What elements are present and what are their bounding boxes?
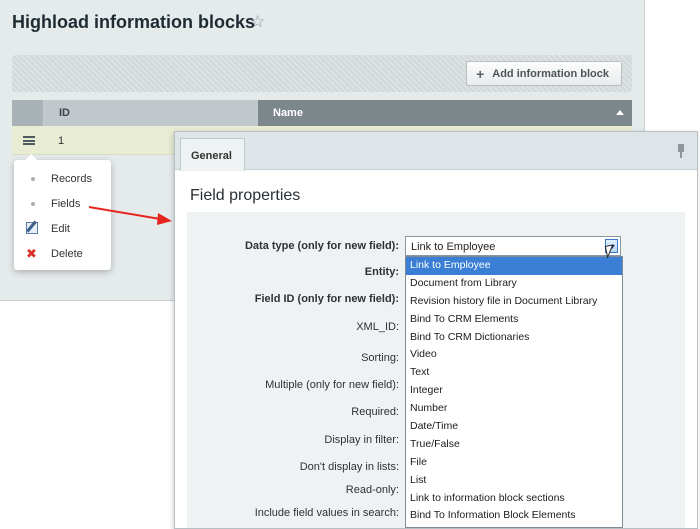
star-icon[interactable]: ☆ [250,12,265,32]
label-sorting: Sorting: [361,352,399,364]
add-button-label: Add information block [492,67,609,80]
label-multiple: Multiple (only for new field): [265,379,399,391]
dropdown-option[interactable]: Video [406,346,622,364]
annotation-arrow [88,206,172,225]
dropdown-option[interactable]: Link to information block sections [406,490,622,508]
menu-item-label: Fields [51,198,81,210]
menu-item-label: Records [51,173,92,185]
toolbar: + Add information block [12,55,632,92]
bullet-icon [31,202,35,206]
page-title: Highload information blocks [12,12,256,32]
label-xml-id: XML_ID: [356,321,399,333]
dropdown-option[interactable]: List [406,472,622,490]
label-dont-display-in-lists: Don't display in lists: [299,461,399,473]
row-actions-menu-icon[interactable] [23,136,35,145]
menu-item-label: Edit [51,223,70,235]
column-header-name[interactable]: Name [258,100,632,126]
dropdown-option[interactable]: Revision history file in Document Librar… [406,293,622,311]
sort-ascending-icon[interactable] [616,110,624,115]
label-data-type: Data type (only for new field): [244,240,399,252]
grid-header: ID Name [12,100,632,126]
bullet-icon [31,177,35,181]
row-id: 1 [58,135,65,147]
dropdown-option[interactable]: Bind To Information Block Elements [406,507,622,525]
dropdown-option[interactable]: Document from Library [406,275,622,293]
dropdown-option[interactable]: File [406,454,622,472]
label-include-in-search: Include field values in search: [254,507,399,519]
dropdown-option[interactable]: Link to Employee [406,257,622,275]
label-entity: Entity: [364,266,399,278]
add-information-block-button[interactable]: + Add information block [466,61,622,86]
column-header-id[interactable]: ID [44,100,258,126]
pin-icon[interactable] [678,144,684,158]
dropdown-option[interactable]: Bind To CRM Elements [406,311,622,329]
plus-icon: + [476,65,485,82]
grid-header-actions-column [12,100,44,126]
dropdown-option[interactable]: Number [406,400,622,418]
menu-item-delete[interactable]: ✖ Delete [14,243,111,265]
tab-bar: General [175,132,697,171]
label-read-only: Read-only: [345,484,399,496]
data-type-dropdown-list: Link to Employee Document from Library Rev… [405,256,623,528]
menu-item-label: Delete [51,248,83,260]
tab-general[interactable]: General [180,138,245,171]
dropdown-option[interactable]: Text [406,364,622,382]
field-properties-dialog: General Field properties Data type (only… [174,131,698,529]
dropdown-option[interactable]: True/False [406,436,622,454]
label-field-id: Field ID (only for new field): [254,293,399,305]
dropdown-option[interactable]: Bind To CRM Dictionaries [406,329,622,347]
edit-icon [26,222,38,234]
column-header-name-label: Name [273,107,303,119]
delete-icon: ✖ [26,246,37,261]
data-type-select[interactable]: Link to Employee [405,236,621,256]
dropdown-option[interactable]: Date/Time [406,418,622,436]
label-display-in-filter: Display in filter: [324,434,399,446]
label-required: Required: [351,406,399,418]
dropdown-option[interactable]: Integer [406,382,622,400]
menu-item-records[interactable]: Records [14,168,111,190]
data-type-selected-value: Link to Employee [411,241,496,253]
section-title: Field properties [190,187,301,204]
